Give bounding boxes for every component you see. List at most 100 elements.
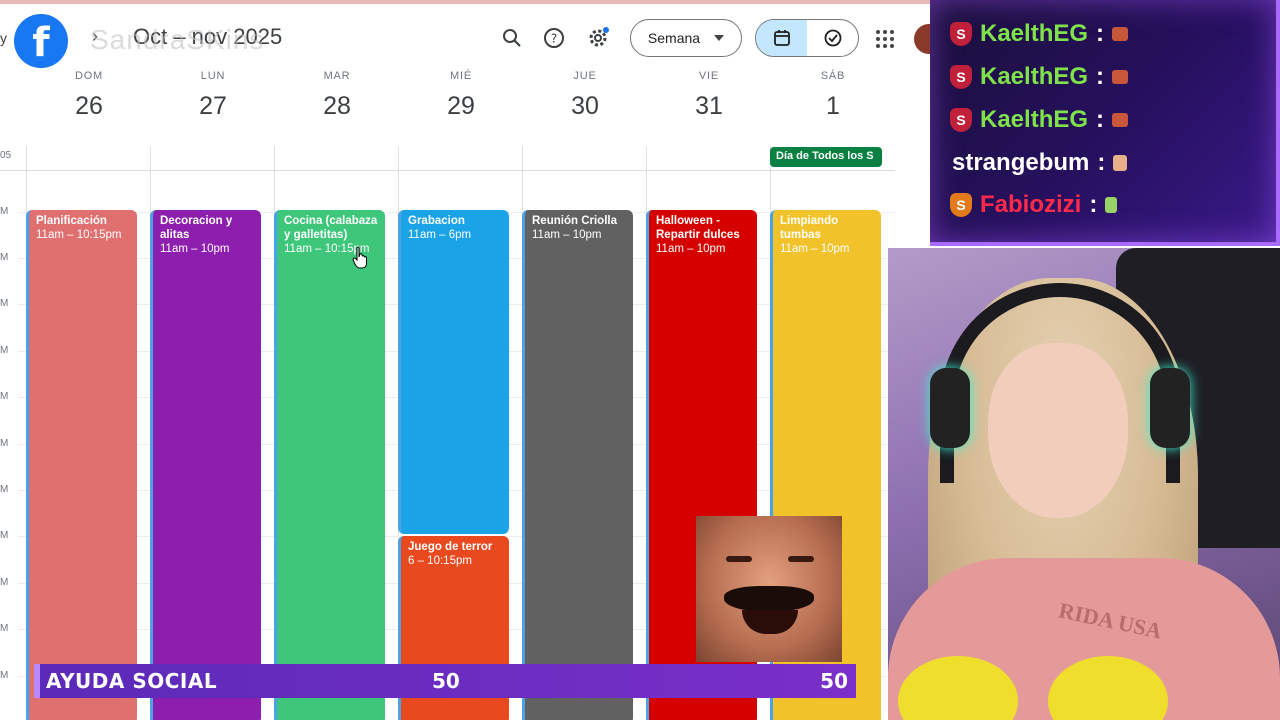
meme-mustache: [724, 586, 814, 612]
chat-separator: :: [1089, 191, 1098, 218]
day-header[interactable]: LUN 27: [151, 70, 275, 121]
day-name: VIE: [698, 70, 720, 82]
emote-icon: [1112, 70, 1129, 84]
divider: [0, 170, 895, 171]
event-time: 11am – 10pm: [656, 243, 726, 255]
event-title: Juego de terror: [408, 541, 493, 553]
chat-separator: :: [1096, 20, 1105, 47]
event-title: Decoracion y alitas: [160, 215, 233, 241]
event-time: 11am – 10pm: [780, 243, 850, 255]
apps-icon[interactable]: [876, 30, 894, 48]
meme-eye: [788, 556, 814, 562]
view-toggle: [755, 19, 859, 57]
chevron-down-icon: [714, 35, 725, 41]
hour-label: M: [0, 252, 9, 263]
day-number: 28: [323, 92, 351, 120]
settings-icon[interactable]: [582, 22, 614, 54]
social-goal-value: 50: [432, 669, 460, 693]
emote-icon: [1112, 27, 1129, 41]
emote-icon: [1105, 197, 1118, 213]
tasks-icon[interactable]: [807, 20, 858, 56]
event-title: Halloween - Repartir dulces: [656, 215, 740, 241]
hour-label: M: [0, 577, 9, 588]
day-number: 26: [75, 92, 103, 120]
social-goal-bar: AYUDA SOCIAL 50 50: [34, 664, 856, 698]
hour-label: M: [0, 484, 9, 495]
day-header[interactable]: SÁB 1: [771, 70, 895, 121]
facebook-logo: f: [14, 14, 68, 68]
day-name: SÁB: [820, 70, 846, 82]
event-title: Reunión Criolla: [532, 215, 617, 227]
chat-message: S KaelthEG :: [950, 63, 1129, 91]
event-planificacion[interactable]: Planificación 11am – 10:15pm: [26, 210, 137, 720]
watermark: SandraSKins: [90, 24, 265, 55]
chat-message: S KaelthEG :: [950, 20, 1129, 48]
event-time: 11am – 6pm: [408, 229, 472, 241]
view-select-label: Semana: [647, 30, 701, 46]
event-title: Cocina (calabaza y galletitas): [284, 215, 378, 241]
day-header[interactable]: MAR 28: [275, 70, 399, 121]
event-reunion-criolla[interactable]: Reunión Criolla 11am – 10pm: [522, 210, 633, 720]
event-title: Planificación: [36, 215, 107, 227]
day-number: 31: [695, 92, 723, 120]
chat-separator: :: [1096, 106, 1105, 133]
event-grabacion[interactable]: Grabacion 11am – 6pm: [398, 210, 509, 534]
chat-message: S Fabiozizi :: [950, 191, 1118, 219]
timezone-label: 05: [0, 150, 12, 161]
chat-username: Fabiozizi: [980, 191, 1082, 218]
svg-text:?: ?: [551, 32, 557, 46]
view-select[interactable]: Semana: [630, 19, 742, 57]
event-title: Grabacion: [408, 215, 465, 227]
chat-username: strangebum: [952, 149, 1090, 176]
meme-mouth: [742, 610, 798, 634]
day-number: 30: [571, 92, 599, 120]
subscriber-badge-icon: S: [950, 65, 972, 89]
day-number: 27: [199, 92, 227, 120]
event-cocina[interactable]: Cocina (calabaza y galletitas) 11am – 10…: [274, 210, 385, 720]
event-time: 11am – 10pm: [160, 243, 230, 255]
chat-username: KaelthEG: [980, 63, 1089, 90]
day-header[interactable]: DOM 26: [27, 70, 151, 121]
chat-message: S KaelthEG :: [950, 106, 1129, 134]
day-name: MAR: [323, 70, 351, 82]
social-goal-label: AYUDA SOCIAL: [46, 669, 218, 693]
allday-event[interactable]: Día de Todos los S: [770, 147, 882, 167]
stream-chat: S KaelthEG : S KaelthEG : S KaelthEG : s…: [930, 0, 1280, 246]
meme-eye: [726, 556, 752, 562]
chat-separator: :: [1096, 63, 1105, 90]
day-header[interactable]: MIÉ 29: [399, 70, 523, 121]
hour-label: M: [0, 345, 9, 356]
event-time: 6 – 10:15pm: [408, 555, 472, 567]
today-button[interactable]: y: [0, 30, 7, 46]
day-name: LUN: [200, 70, 226, 82]
help-icon[interactable]: ?: [538, 22, 570, 54]
subscriber-badge-icon: S: [950, 108, 972, 132]
day-header[interactable]: JUE 30: [523, 70, 647, 121]
hand-cursor-icon: [352, 246, 367, 269]
calendar-toolbar: y ‹ › Oct – nov 2025 ? Semana: [0, 0, 944, 68]
event-time: 11am – 10pm: [532, 229, 602, 241]
event-decoracion[interactable]: Decoracion y alitas 11am – 10pm: [150, 210, 261, 720]
emote-icon: [1113, 155, 1128, 171]
subscriber-badge-icon: S: [950, 193, 972, 217]
headset-earcup: [1150, 368, 1190, 448]
hour-label: M: [0, 670, 9, 681]
event-title: Limpiando tumbas: [780, 215, 839, 241]
calendar-icon[interactable]: [756, 20, 807, 56]
webcam-feed: RIDA USA: [888, 248, 1280, 720]
stream-frame: y ‹ › Oct – nov 2025 ? Semana: [0, 0, 1280, 720]
day-name: JUE: [573, 70, 597, 82]
search-icon[interactable]: [496, 22, 528, 54]
event-time: 11am – 10:15pm: [36, 229, 122, 241]
hour-label: M: [0, 206, 9, 217]
chat-username: KaelthEG: [980, 106, 1089, 133]
headset-earcup: [930, 368, 970, 448]
day-name: MIÉ: [450, 70, 472, 82]
hour-label: M: [0, 530, 9, 541]
day-header[interactable]: VIE 31: [647, 70, 771, 121]
hour-label: M: [0, 298, 9, 309]
subscriber-badge-icon: S: [950, 22, 972, 46]
social-goal-value: 50: [820, 669, 848, 693]
day-name: DOM: [74, 70, 104, 82]
chat-username: KaelthEG: [980, 20, 1089, 47]
